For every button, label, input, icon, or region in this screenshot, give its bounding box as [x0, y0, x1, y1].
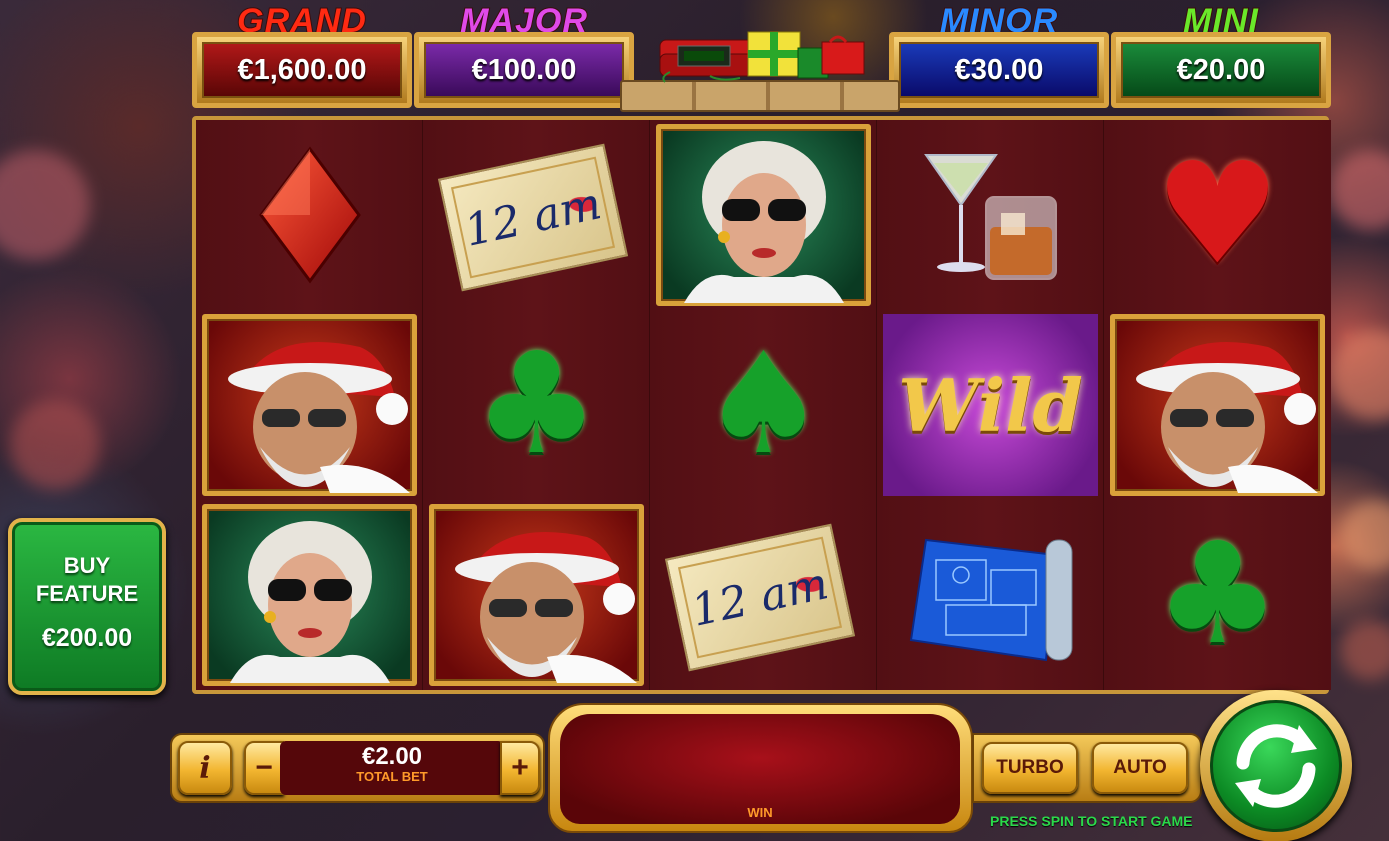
buy-feature-label-2: FEATURE	[35, 581, 139, 606]
reel-3: ♠ 12 am	[650, 120, 877, 690]
total-bet-value: €2.00	[361, 743, 423, 770]
spin-button-face	[1210, 700, 1342, 832]
pallet-decoration	[620, 80, 900, 112]
jackpot-minor-box: €30.00	[889, 32, 1109, 108]
cocktails-icon	[923, 154, 1057, 280]
symbol-note-12am: 12 am	[650, 500, 877, 690]
note-12am-icon: 12 am	[664, 523, 856, 672]
bokeh-light	[10, 400, 100, 490]
symbol-blonde-woman	[196, 500, 423, 690]
blonde-woman-icon	[196, 500, 423, 690]
jackpot-mini-box: €20.00	[1111, 32, 1331, 108]
jackpot-minor: MINOR €30.00	[889, 0, 1109, 110]
jackpot-mini-amount: €20.00	[1121, 42, 1321, 98]
symbol-santa	[1104, 310, 1331, 500]
green-club-icon: ♣	[473, 323, 600, 486]
total-bet-display: €2.00 TOTAL BET	[280, 741, 504, 795]
total-bet-label: TOTAL BET	[356, 769, 428, 784]
buy-feature-price: €200.00	[41, 624, 133, 652]
bokeh-light	[1340, 500, 1389, 570]
jackpot-major-box: €100.00	[414, 32, 634, 108]
reel-1	[196, 120, 423, 690]
santa-icon	[196, 310, 423, 500]
buy-feature-button[interactable]: BUY FEATURE €200.00	[8, 518, 166, 695]
symbol-red-heart: ♥	[1104, 120, 1331, 310]
bokeh-light	[1340, 620, 1389, 680]
symbol-red-diamond	[196, 120, 423, 310]
reel-4: Wild	[877, 120, 1104, 690]
note-12am-icon: 12 am	[437, 143, 629, 292]
blonde-woman-icon	[650, 120, 877, 310]
blueprint-icon	[909, 538, 1072, 662]
bokeh-light	[1330, 330, 1389, 420]
spin-button[interactable]	[1200, 690, 1352, 841]
symbol-wild: Wild	[877, 310, 1104, 500]
red-heart-icon: ♥	[1154, 133, 1281, 296]
symbol-note-12am: 12 am	[423, 120, 650, 310]
jackpot-grand: GRAND €1,600.00	[192, 0, 412, 110]
turbo-button[interactable]: TURBO	[982, 742, 1078, 794]
jackpot-grand-box: €1,600.00	[192, 32, 412, 108]
symbol-santa	[196, 310, 423, 500]
symbol-cocktails	[877, 120, 1104, 310]
reels-grid: 12 am ♣ ♠ 12 am Wild ♥ ♣	[192, 116, 1331, 694]
buy-feature-label-1: BUY	[63, 553, 111, 578]
jackpot-grand-amount: €1,600.00	[202, 42, 402, 98]
symbol-santa	[423, 500, 650, 690]
decrease-bet-button[interactable]: −	[244, 741, 284, 795]
green-spade-icon: ♠	[700, 323, 827, 486]
red-diamond-icon	[258, 146, 361, 284]
bokeh-light	[0, 150, 90, 260]
symbol-blonde-woman	[650, 120, 877, 310]
santa-icon	[423, 500, 650, 690]
santa-icon	[1104, 310, 1331, 500]
wild-text: Wild	[898, 362, 1083, 448]
spin-arrows-icon	[1235, 724, 1317, 808]
win-label: WIN	[747, 805, 773, 820]
spin-hint-text: PRESS SPIN TO START GAME	[990, 813, 1193, 829]
green-club-icon: ♣	[1154, 513, 1281, 676]
symbol-green-club: ♣	[423, 310, 650, 500]
reel-5: ♥ ♣	[1104, 120, 1331, 690]
auto-button[interactable]: AUTO	[1092, 742, 1188, 794]
reel-2: 12 am ♣	[423, 120, 650, 690]
symbol-green-spade: ♠	[650, 310, 877, 500]
bokeh-light	[1330, 150, 1389, 230]
jackpot-mini: MINI €20.00	[1111, 0, 1331, 110]
symbol-blueprint	[877, 500, 1104, 690]
jackpot-minor-amount: €30.00	[899, 42, 1099, 98]
info-button[interactable]: i	[178, 741, 232, 795]
increase-bet-button[interactable]: +	[500, 741, 540, 795]
symbol-green-club: ♣	[1104, 500, 1331, 690]
jackpot-major: MAJOR €100.00	[414, 0, 634, 110]
dynamite-gifts-icon	[659, 31, 865, 83]
jackpot-major-amount: €100.00	[424, 42, 624, 98]
